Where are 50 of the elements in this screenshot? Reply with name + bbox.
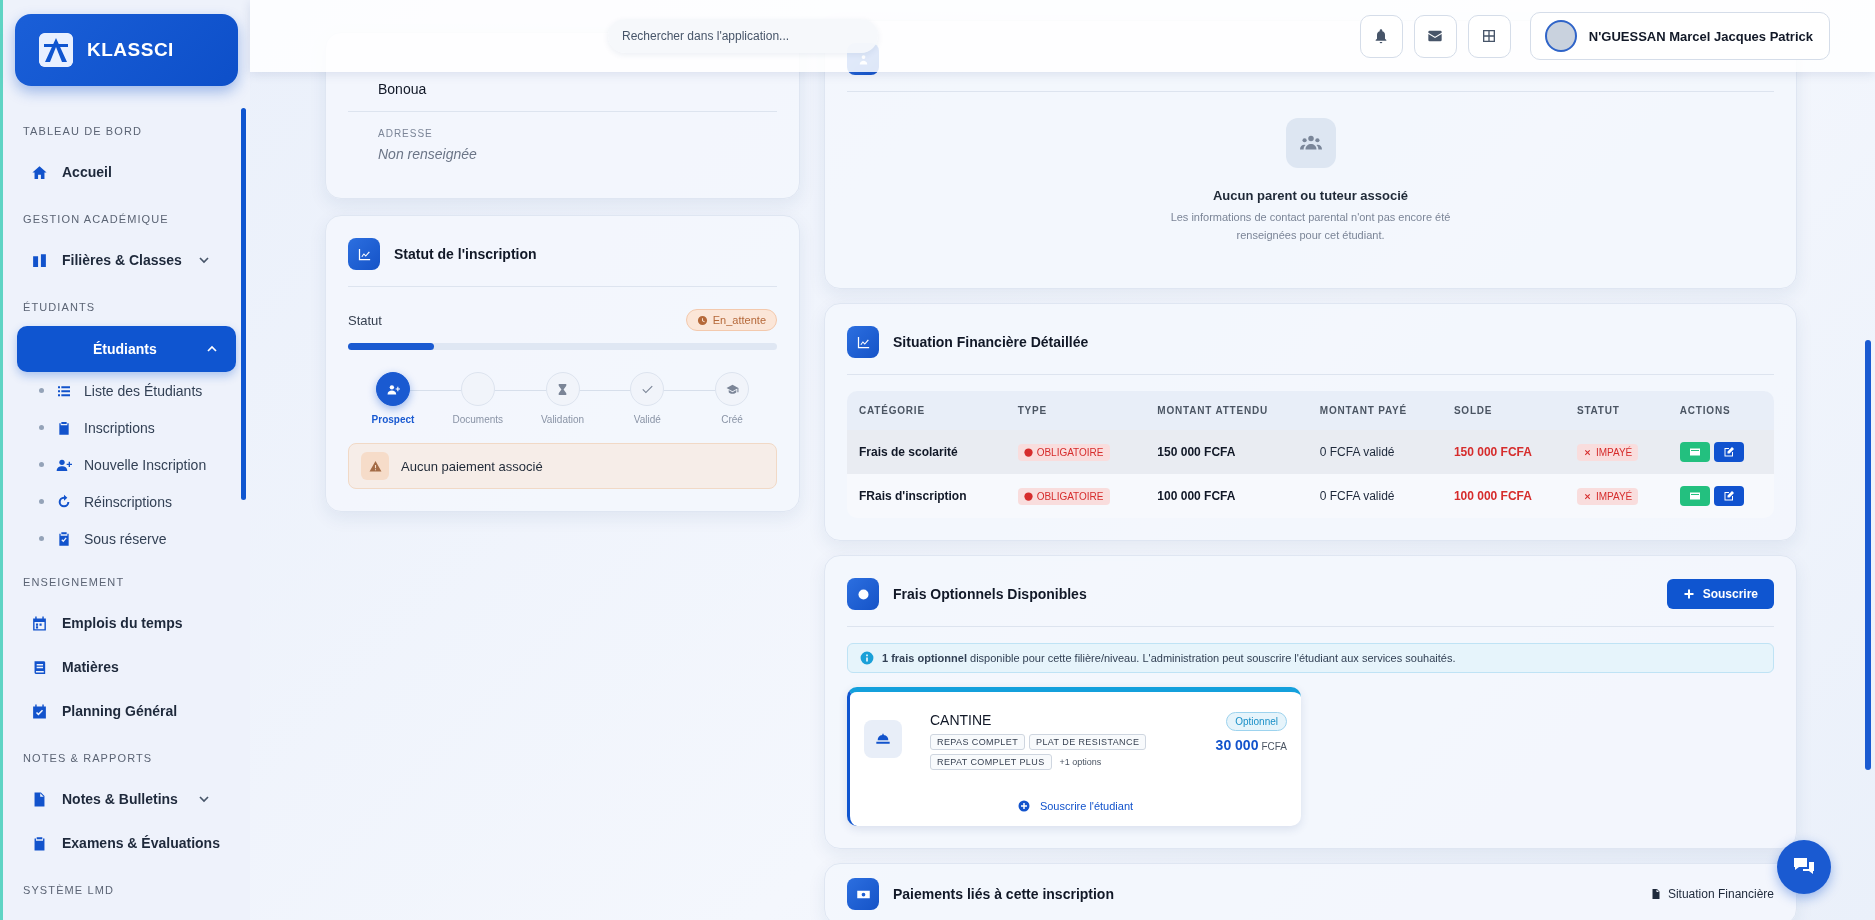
field-value: Non renseignée <box>378 146 478 162</box>
type-badge: OBLIGATOIRE <box>1017 487 1110 505</box>
table-cell: 0 FCFA validé <box>1307 430 1442 475</box>
fee-price: 30 000 FCFA <box>1215 737 1287 754</box>
column-header: MONTANT PAYÉ <box>1307 391 1442 431</box>
section-title: SYSTÈME LMD <box>22 883 115 897</box>
option-tag: REPAS COMPLET <box>930 734 1026 751</box>
card-title: Situation Financière Détaillée <box>893 334 1089 351</box>
step-label: Documents <box>452 414 504 425</box>
table-cell: 150 000 FCFA <box>1145 430 1308 475</box>
table-cell: 150 000 FCFA <box>1441 430 1565 475</box>
column-header: CATÉGORIE <box>847 391 1006 431</box>
type-badge: OBLIGATOIRE <box>1017 443 1110 461</box>
status-badge: En_attente <box>685 309 777 331</box>
step-label: Prospect <box>371 414 415 425</box>
alert-text: Aucun paiement associé <box>401 458 543 474</box>
section-title: GESTION ACADÉMIQUE <box>22 212 170 226</box>
column-header: STATUT <box>1564 391 1668 431</box>
table-cell: 100 000 FCFA <box>1441 474 1565 519</box>
more-options-text: +1 options <box>1059 757 1102 768</box>
table-cell: FRais d'inscription <box>847 474 1006 519</box>
fee-name: CANTINE <box>930 712 993 729</box>
field-value: Bonoua <box>378 81 428 97</box>
option-tag: PLAT DE RESISTANCE <box>1029 734 1147 751</box>
column-header: ACTIONS <box>1667 391 1774 431</box>
step-label: Créé <box>721 414 743 425</box>
empty-state-text: Les informations de contact parental n'ont pas encore été renseignées pour cet étudiant. <box>1169 210 1452 243</box>
section-title: ÉTUDIANTS <box>22 300 97 314</box>
section-title: ENSEIGNEMENT <box>22 575 126 589</box>
table-cell: 0 FCFA validé <box>1307 474 1442 519</box>
table-cell: 100 000 FCFA <box>1145 474 1308 519</box>
empty-state-title: Aucun parent ou tuteur associé <box>1212 188 1408 203</box>
field-label: ADRESSE <box>378 128 434 140</box>
column-header: MONTANT ATTENDU <box>1145 391 1308 431</box>
info-text: 1 frais optionnel disponible pour cette filière/niveau. L'administration peut souscrire l'étudiant aux services souhaités. <box>882 652 1456 665</box>
column-header: TYPE <box>1005 391 1146 431</box>
optional-badge: Optionnel <box>1226 712 1287 732</box>
step-label: Validation <box>540 414 585 425</box>
table-cell: Frais de scolarité <box>847 430 1006 475</box>
column-header: SOLDE <box>1441 391 1565 431</box>
status-badge: IMPAYÉ <box>1576 443 1639 461</box>
section-title: TABLEAU DE BORD <box>22 124 143 138</box>
section-title: NOTES & RAPPORTS <box>22 751 154 765</box>
step-label: Validé <box>633 414 661 425</box>
status-badge: IMPAYÉ <box>1576 487 1639 505</box>
card-title: Statut de l'inscription <box>394 246 537 262</box>
status-label: Statut <box>348 312 382 328</box>
card-title: Frais Optionnels Disponibles <box>893 586 1087 603</box>
card-title: Paiements liés à cette inscription <box>893 886 1114 903</box>
option-tag: REPAT COMPLET PLUS <box>930 754 1052 771</box>
